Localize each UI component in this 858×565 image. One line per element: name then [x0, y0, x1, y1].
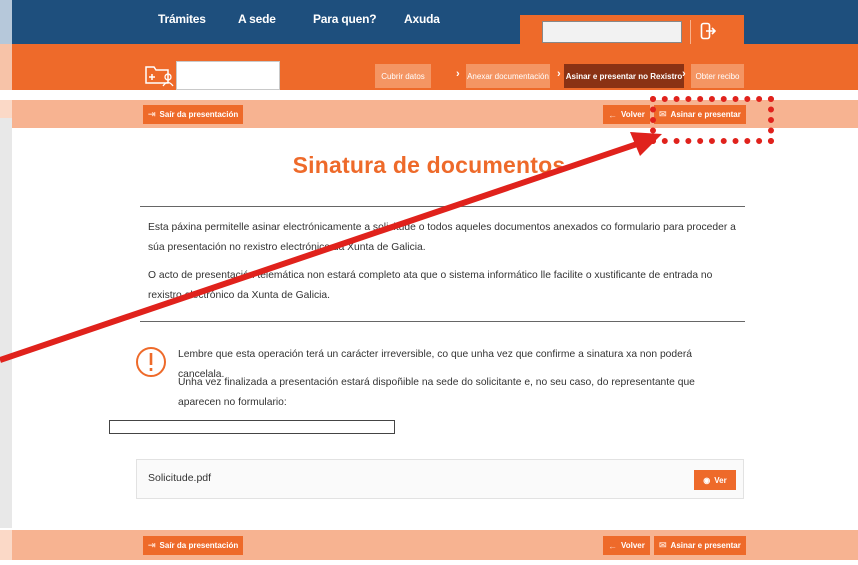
chevron-right-icon: › — [682, 68, 686, 80]
back-button[interactable]: ← Volver — [603, 105, 650, 124]
exit-icon: ⇥ — [148, 540, 156, 550]
exit-presentation-button[interactable]: ⇥ Saír da presentación — [143, 105, 244, 124]
window-edge — [0, 0, 12, 44]
form-title-field — [176, 61, 280, 90]
back-arrow-icon: ← — [608, 109, 617, 120]
window-edge — [0, 118, 12, 528]
action-bar-bottom: ⇥ Saír da presentación ← Volver ✉ Asinar e … — [0, 530, 858, 560]
back-arrow-icon: ← — [608, 540, 617, 551]
chevron-right-icon: › — [557, 68, 561, 80]
step-asinar-presentar[interactable]: Asinar e presentar no Rexistro — [564, 64, 684, 88]
step-cubrir-datos[interactable]: Cubrir datos — [375, 64, 431, 88]
page-title: Sinatura de documentos — [292, 152, 566, 178]
intro-paragraph-1: Esta páxina permitelle asinar electrónic… — [148, 222, 736, 253]
window-edge — [0, 44, 12, 90]
logout-icon[interactable] — [700, 22, 716, 40]
warning-text-2: Unha vez finalizada a presentación estar… — [178, 377, 695, 408]
window-edge — [0, 530, 12, 560]
step-anexar-documentacion[interactable]: Anexar documentación — [466, 64, 550, 88]
exit-icon: ⇥ — [148, 109, 156, 119]
exit-presentation-button[interactable]: ⇥ Saír da presentación — [143, 536, 244, 555]
top-navigation: Trámites A sede Para quen? Axuda — [0, 0, 858, 44]
file-row — [136, 459, 744, 499]
nav-axuda[interactable]: Axuda — [404, 12, 440, 26]
file-name: Solicitude.pdf — [148, 472, 212, 484]
eye-icon: ◉ — [703, 475, 711, 485]
step-obter-recibo[interactable]: Obter recibo — [691, 64, 744, 88]
nav-tramites[interactable]: Trámites — [158, 12, 206, 26]
intro-paragraph-2: O acto de presentación telemática non es… — [148, 270, 713, 301]
representative-field — [109, 420, 395, 434]
view-file-button[interactable]: ◉ Ver — [694, 470, 736, 490]
folder-add-user-icon — [145, 66, 174, 87]
sign-icon: ✉ — [659, 540, 667, 550]
back-button[interactable]: ← Volver — [603, 536, 650, 555]
divider — [690, 20, 691, 44]
user-name-field[interactable] — [542, 21, 682, 43]
sign-and-submit-button[interactable]: ✉ Asinar e presentar — [654, 536, 746, 555]
warning-icon — [136, 347, 166, 377]
chevron-right-icon: › — [456, 68, 460, 80]
highlight-box — [650, 96, 774, 144]
divider — [140, 321, 745, 322]
nav-a-sede[interactable]: A sede — [238, 12, 276, 26]
nav-para-quen[interactable]: Para quen? — [313, 12, 377, 26]
divider — [140, 206, 745, 207]
